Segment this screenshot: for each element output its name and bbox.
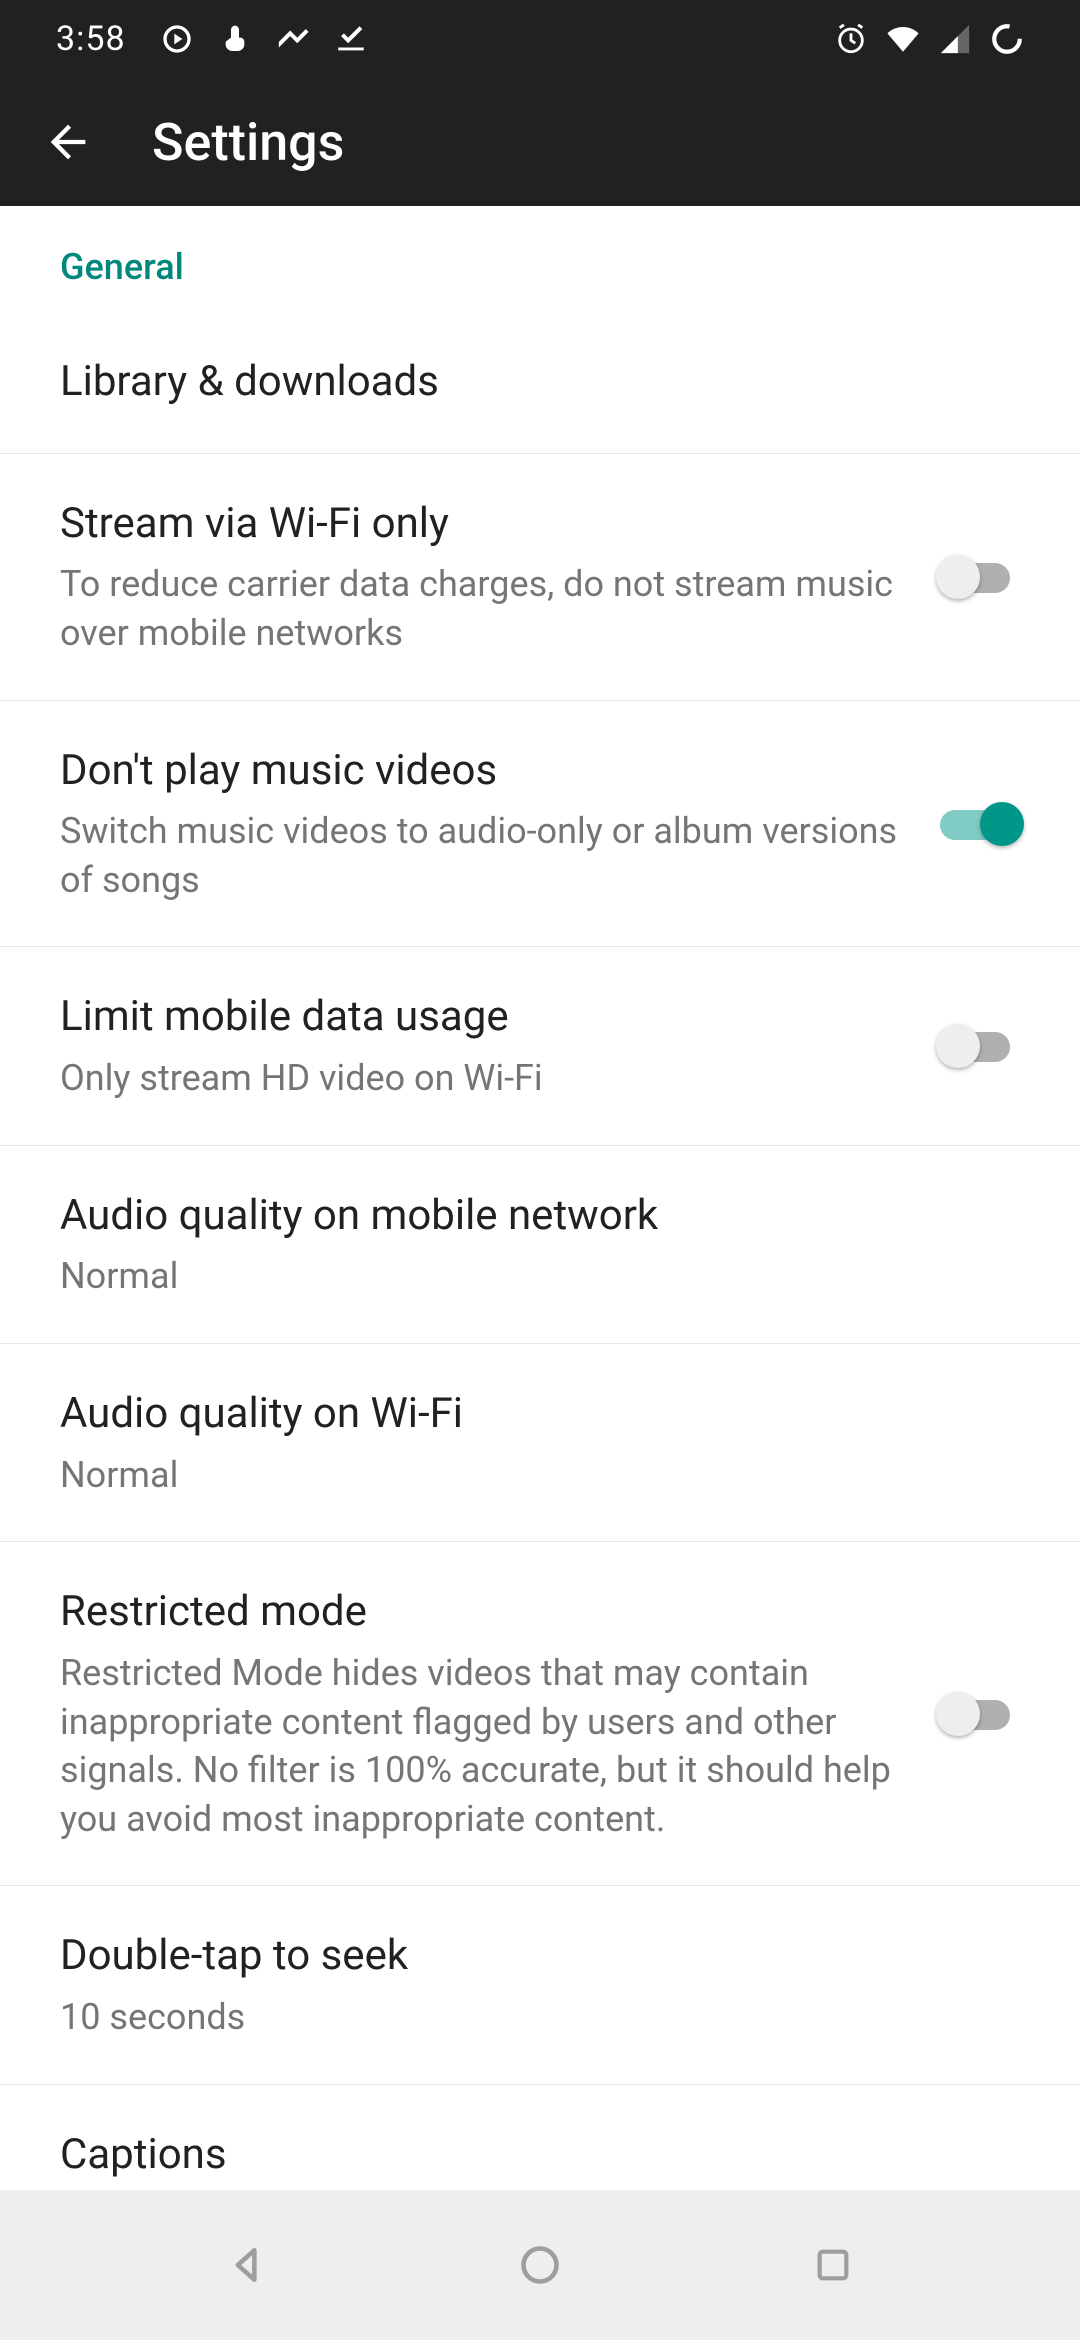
switch-dont-play-music-videos[interactable] xyxy=(940,802,1020,846)
item-double-tap-seek[interactable]: Double-tap to seek 10 seconds xyxy=(0,1886,1080,2084)
nav-recent-button[interactable] xyxy=(805,2237,861,2293)
item-title: Don't play music videos xyxy=(60,743,900,800)
loading-circle-icon xyxy=(990,22,1024,56)
item-subtitle: Switch music videos to audio-only or alb… xyxy=(60,807,900,904)
item-title: Audio quality on Wi-Fi xyxy=(60,1386,1020,1443)
status-left: 3:58 xyxy=(56,19,368,59)
switch-stream-wifi-only[interactable] xyxy=(940,555,1020,599)
app-bar: Settings xyxy=(0,78,1080,206)
switch-restricted-mode[interactable] xyxy=(940,1692,1020,1736)
page-title: Settings xyxy=(152,112,344,173)
item-subtitle: 10 seconds xyxy=(60,1993,1020,2042)
item-title: Double-tap to seek xyxy=(60,1928,1020,1985)
item-library-downloads[interactable]: Library & downloads xyxy=(0,312,1080,454)
navigation-bar xyxy=(0,2190,1080,2340)
arrow-back-icon xyxy=(42,116,94,168)
item-stream-wifi-only[interactable]: Stream via Wi-Fi only To reduce carrier … xyxy=(0,454,1080,701)
item-title: Captions xyxy=(60,2127,1020,2184)
item-title: Limit mobile data usage xyxy=(60,989,900,1046)
touch-icon xyxy=(218,22,252,56)
wifi-icon xyxy=(886,22,920,56)
section-header-general: General xyxy=(0,206,1080,312)
alarm-icon xyxy=(834,22,868,56)
item-subtitle: Only stream HD video on Wi-Fi xyxy=(60,1054,900,1103)
item-subtitle: Normal xyxy=(60,1451,1020,1500)
status-bar: 3:58 xyxy=(0,0,1080,78)
check-icon xyxy=(334,22,368,56)
cell-signal-icon xyxy=(938,22,972,56)
play-circle-icon xyxy=(160,22,194,56)
square-recent-icon xyxy=(813,2245,853,2285)
switch-limit-mobile-data[interactable] xyxy=(940,1024,1020,1068)
item-limit-mobile-data[interactable]: Limit mobile data usage Only stream HD v… xyxy=(0,947,1080,1145)
clock: 3:58 xyxy=(56,19,126,59)
nav-back-button[interactable] xyxy=(219,2237,275,2293)
item-title: Audio quality on mobile network xyxy=(60,1188,1020,1245)
item-subtitle: Normal xyxy=(60,1252,1020,1301)
item-subtitle: Restricted Mode hides videos that may co… xyxy=(60,1649,900,1843)
item-title: Library & downloads xyxy=(60,354,1020,411)
item-restricted-mode[interactable]: Restricted mode Restricted Mode hides vi… xyxy=(0,1542,1080,1886)
item-title: Stream via Wi-Fi only xyxy=(60,496,900,553)
settings-list[interactable]: General Library & downloads Stream via W… xyxy=(0,206,1080,2190)
back-button[interactable] xyxy=(40,114,96,170)
item-audio-quality-wifi[interactable]: Audio quality on Wi-Fi Normal xyxy=(0,1344,1080,1542)
circle-home-icon xyxy=(518,2243,562,2287)
missed-call-icon xyxy=(276,22,310,56)
item-audio-quality-mobile[interactable]: Audio quality on mobile network Normal xyxy=(0,1146,1080,1344)
item-subtitle: To reduce carrier data charges, do not s… xyxy=(60,560,900,657)
item-captions[interactable]: Captions xyxy=(0,2085,1080,2190)
item-title: Restricted mode xyxy=(60,1584,900,1641)
status-right xyxy=(834,22,1024,56)
item-dont-play-music-videos[interactable]: Don't play music videos Switch music vid… xyxy=(0,701,1080,948)
triangle-back-icon xyxy=(225,2243,269,2287)
nav-home-button[interactable] xyxy=(512,2237,568,2293)
